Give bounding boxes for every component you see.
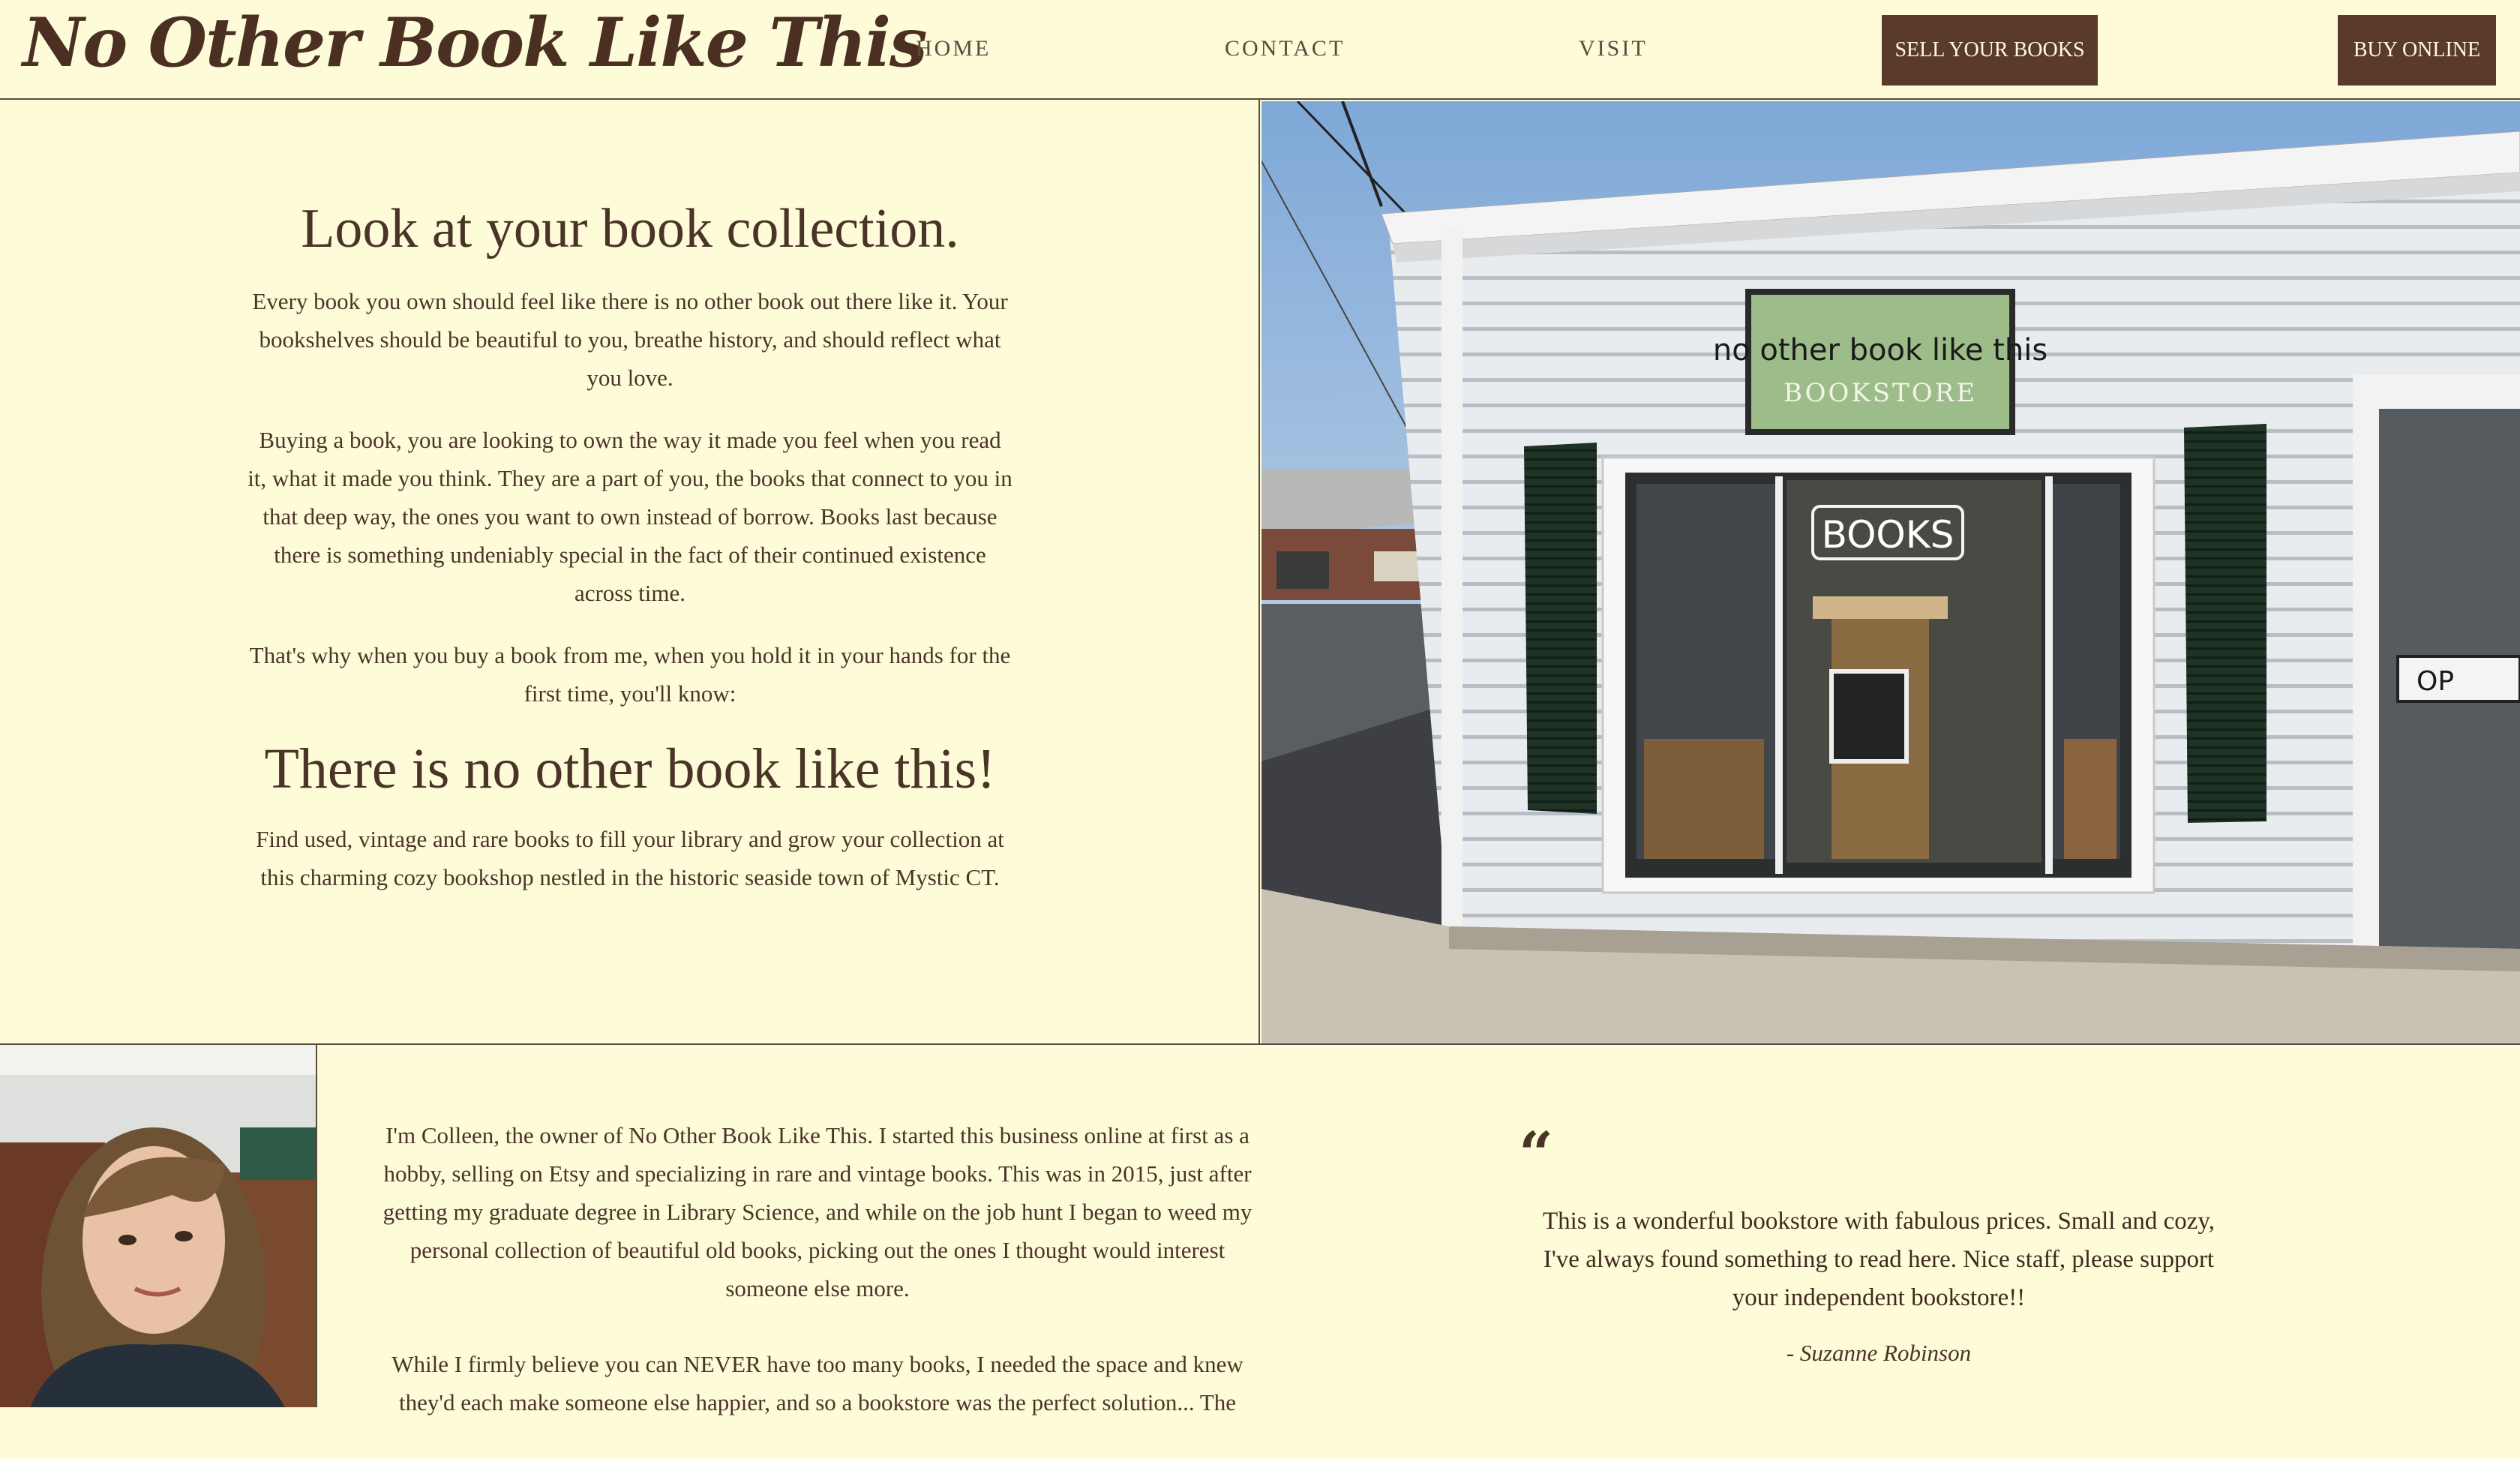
about-paragraph-2: While I firmly believe you can NEVER hav… <box>392 1351 1244 1415</box>
storefront-sign-subtext: BOOKSTORE <box>1784 378 1977 408</box>
about-paragraph-1: I'm Colleen, the owner of No Other Book … <box>382 1122 1252 1301</box>
hero-paragraph-1: Every book you own should feel like ther… <box>252 288 1008 391</box>
nav-contact[interactable]: CONTACT <box>1225 36 1345 62</box>
nav-visit[interactable]: VISIT <box>1579 36 1648 62</box>
testimonial-author: - Suzanne Robinson <box>1786 1340 1972 1366</box>
hero-subtitle: There is no other book like this! <box>264 737 996 800</box>
hero-paragraph-2: Buying a book, you are looking to own th… <box>248 427 1012 606</box>
sell-your-books-button[interactable]: SELL YOUR BOOKS <box>1882 15 2098 86</box>
about-section: I'm Colleen, the owner of No Other Book … <box>0 1043 2520 1415</box>
owner-portrait-illustration <box>0 1045 316 1407</box>
testimonial-text: This is a wonderful bookstore with fabul… <box>1542 1208 2215 1311</box>
buy-online-button[interactable]: BUY ONLINE <box>2338 15 2496 86</box>
window-neon-sign: BOOKS <box>1822 513 1954 557</box>
owner-portrait <box>0 1045 317 1407</box>
storefront-illustration: no other book like this BOOKSTORE BOOKS … <box>1262 101 2520 1043</box>
testimonial: This is a wonderful bookstore with fabul… <box>1530 1202 2228 1367</box>
storefront-photo: no other book like this BOOKSTORE BOOKS … <box>1262 101 2520 1043</box>
quote-icon: “ <box>1519 1118 1554 1189</box>
site-logo[interactable]: No Other Book Like This <box>22 3 928 83</box>
site-header: No Other Book Like This HOME CONTACT VIS… <box>0 0 2520 100</box>
storefront-sign-text: no other book like this <box>1713 333 2048 368</box>
hero-text-panel: Look at your book collection. Every book… <box>0 100 1260 1043</box>
about-text: I'm Colleen, the owner of No Other Book … <box>382 1116 1252 1459</box>
hero-paragraph-3: That's why when you buy a book from me, … <box>249 642 1011 707</box>
hero-title: Look at your book collection. <box>301 198 959 260</box>
hero-content: Look at your book collection. Every book… <box>248 197 1012 920</box>
open-sign: OP <box>2416 666 2454 697</box>
nav-home[interactable]: HOME <box>916 36 991 62</box>
hero-paragraph-4: Find used, vintage and rare books to fil… <box>256 826 1004 890</box>
